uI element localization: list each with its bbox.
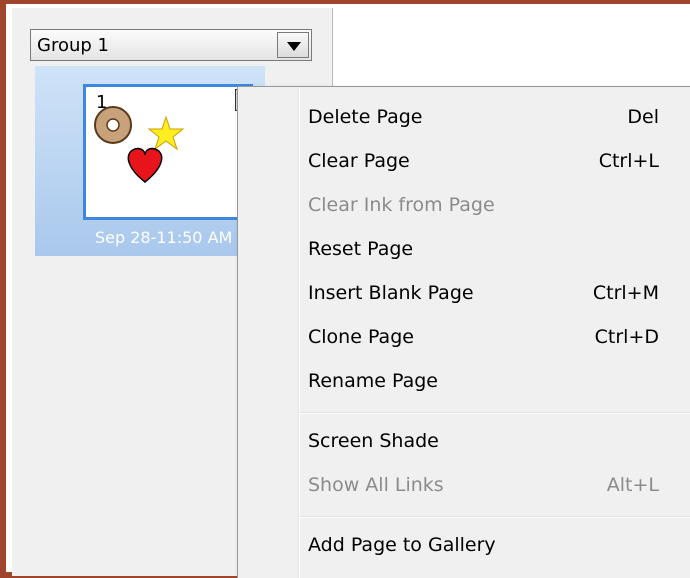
page-thumbnail-item[interactable]: 1 Sep 28-11:50 AM bbox=[35, 66, 265, 256]
menu-separator bbox=[300, 516, 690, 518]
menu-item-shortcut: Alt+L bbox=[606, 474, 659, 496]
menu-item-screen-shade[interactable]: Screen Shade bbox=[238, 422, 690, 462]
heart-icon bbox=[127, 147, 163, 183]
star-icon bbox=[147, 115, 185, 151]
page-number: 1 bbox=[96, 92, 108, 113]
page-thumbnail[interactable]: 1 bbox=[83, 84, 257, 220]
menu-item-clear-page[interactable]: Clear Page Ctrl+L bbox=[238, 142, 690, 182]
menu-item-shortcut: Del bbox=[627, 106, 659, 128]
menu-item-clear-ink: Clear Ink from Page bbox=[238, 186, 690, 226]
menu-item-label: Delete Page bbox=[308, 106, 423, 128]
menu-item-add-page-to-gallery[interactable]: Add Page to Gallery bbox=[238, 526, 690, 566]
group-dropdown[interactable]: Group 1 bbox=[30, 29, 312, 61]
menu-item-label: Insert Blank Page bbox=[308, 282, 474, 304]
menu-item-label: Clear Ink from Page bbox=[308, 194, 495, 216]
menu-item-delete-page[interactable]: Delete Page Del bbox=[238, 98, 690, 138]
menu-item-rename-page[interactable]: Rename Page bbox=[238, 362, 690, 402]
menu-item-label: Add Page to Gallery bbox=[308, 534, 496, 556]
menu-item-label: Screen Shade bbox=[308, 430, 439, 452]
menu-item-show-all-links: Show All Links Alt+L bbox=[238, 466, 690, 506]
menu-item-label: Show All Links bbox=[308, 474, 444, 496]
chevron-down-icon bbox=[287, 42, 301, 51]
menu-item-insert-blank-page[interactable]: Insert Blank Page Ctrl+M bbox=[238, 274, 690, 314]
menu-item-label: Reset Page bbox=[308, 238, 414, 260]
menu-item-reset-page[interactable]: Reset Page bbox=[238, 230, 690, 270]
page-context-menu: Delete Page Del Clear Page Ctrl+L Clear … bbox=[237, 86, 690, 578]
page-timestamp: Sep 28-11:50 AM bbox=[95, 228, 233, 247]
group-dropdown-value: Group 1 bbox=[37, 35, 109, 56]
menu-item-shortcut: Ctrl+L bbox=[598, 150, 659, 172]
menu-separator bbox=[300, 412, 690, 414]
menu-item-shortcut: Ctrl+M bbox=[592, 282, 659, 304]
group-dropdown-button[interactable] bbox=[277, 32, 309, 58]
menu-item-shortcut: Ctrl+D bbox=[594, 326, 659, 348]
menu-item-label: Clone Page bbox=[308, 326, 414, 348]
menu-item-label: Rename Page bbox=[308, 370, 438, 392]
menu-item-clone-page[interactable]: Clone Page Ctrl+D bbox=[238, 318, 690, 358]
thumbnail-clipart bbox=[94, 106, 185, 183]
menu-item-label: Clear Page bbox=[308, 150, 410, 172]
